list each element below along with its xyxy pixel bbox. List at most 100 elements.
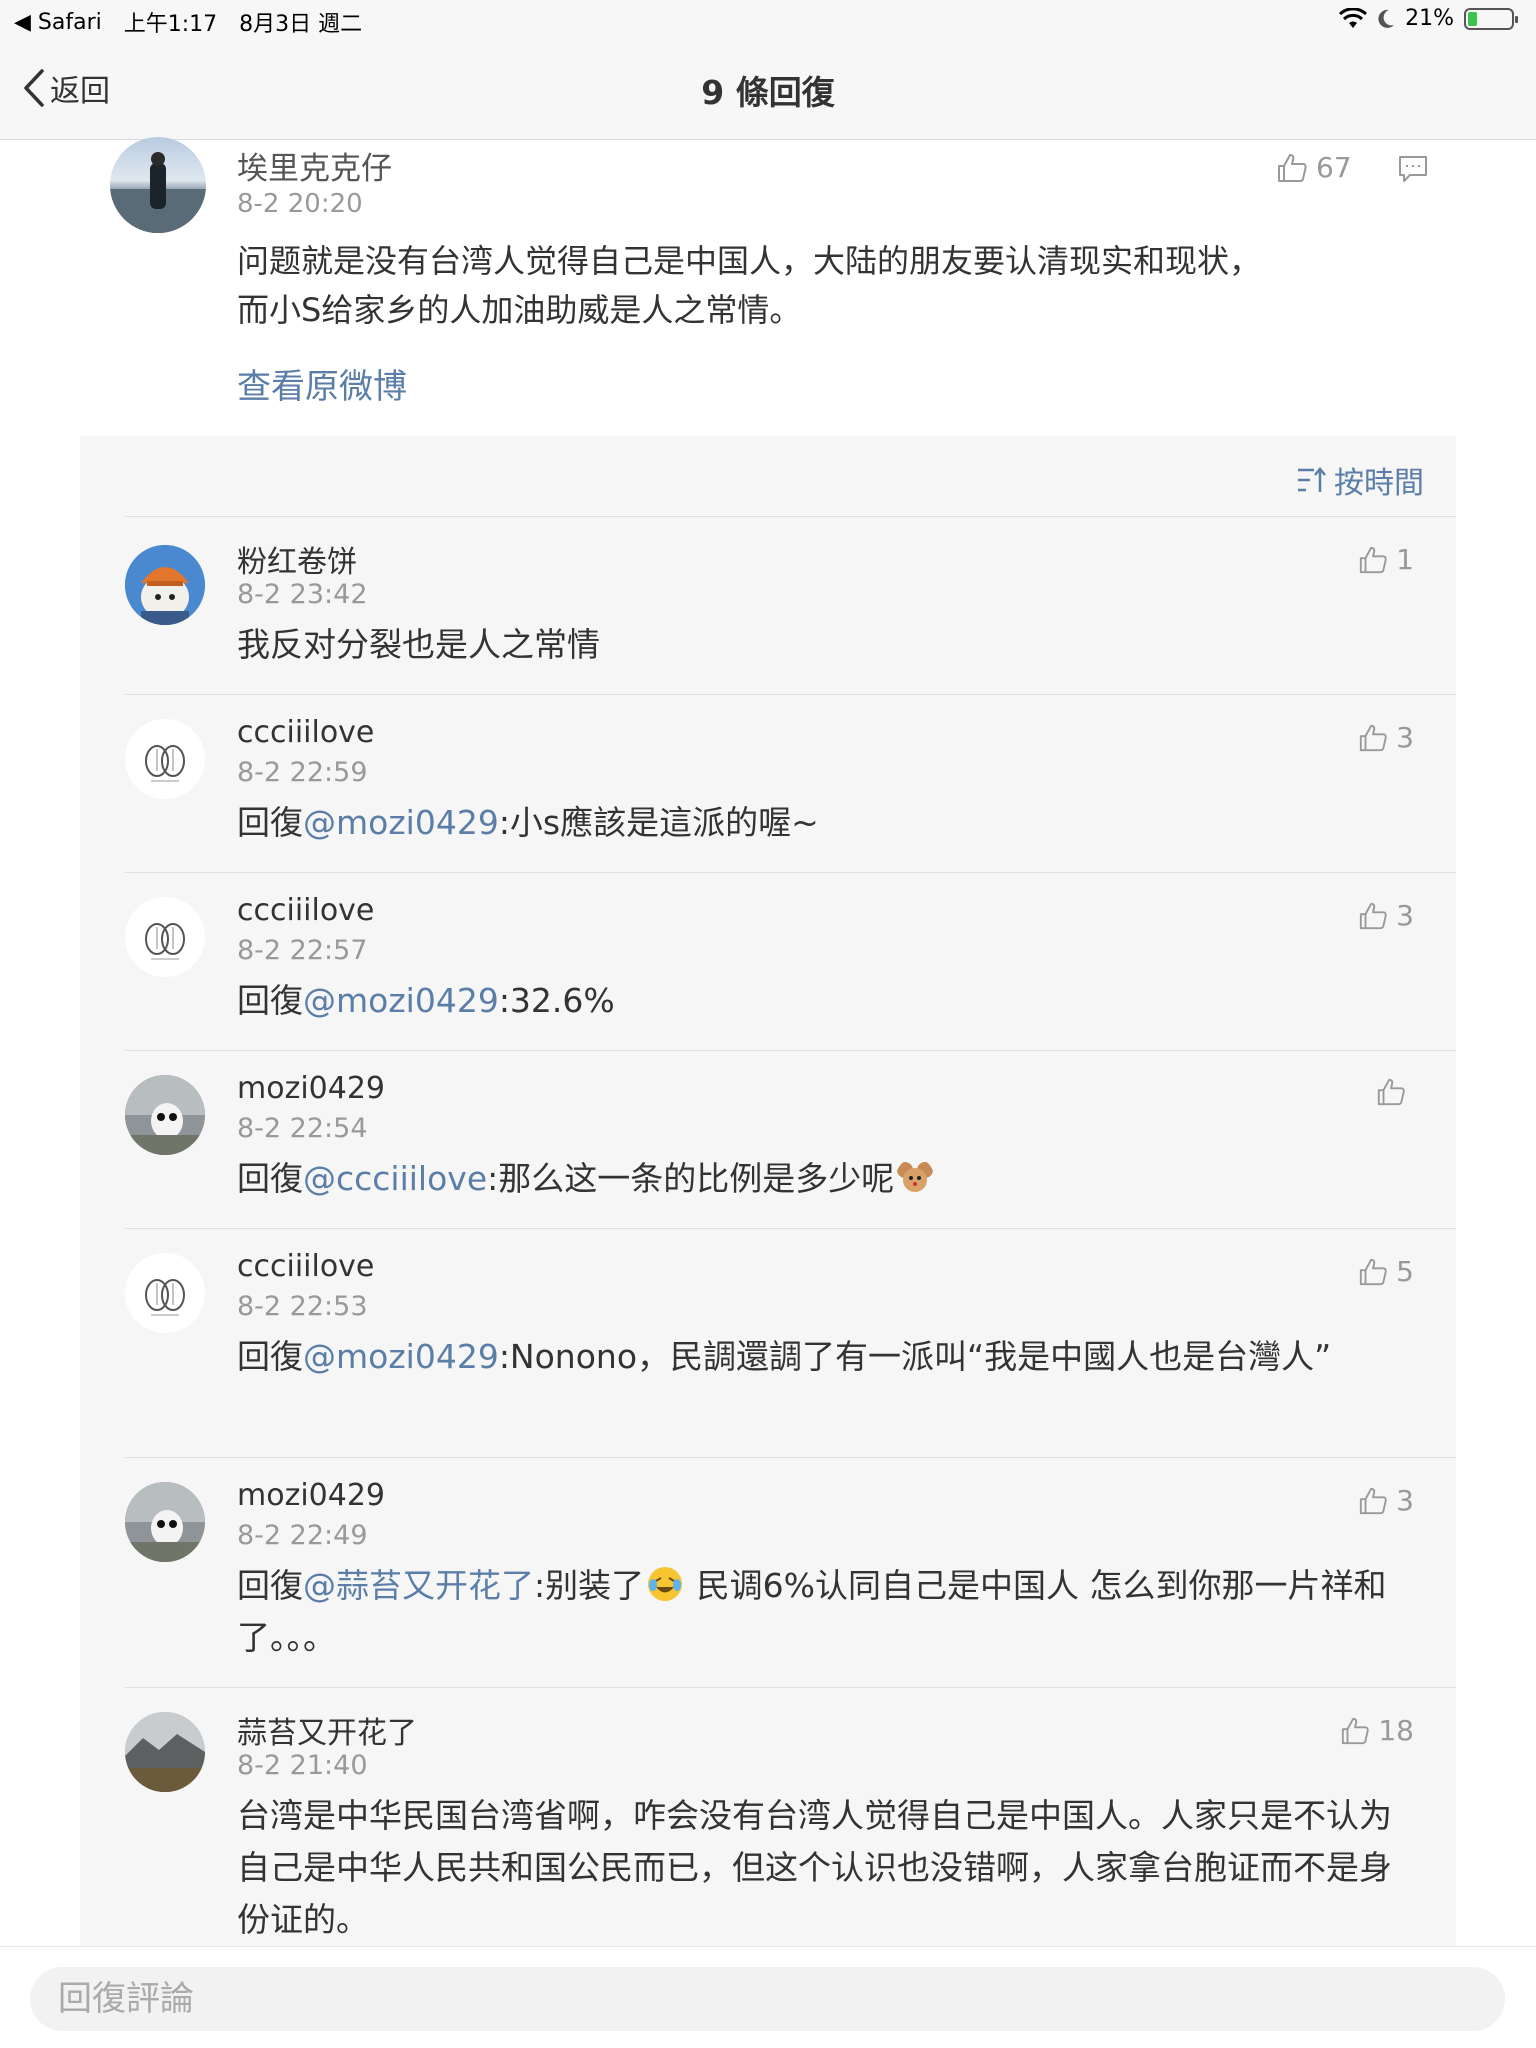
reply-author[interactable]: 粉红卷饼 [237,537,357,581]
reply-author[interactable]: ccciiilove [237,893,374,928]
reply-text-body: 台湾是中华民国台湾省啊，咋会没有台湾人觉得自己是中国人。人家只是不认为自己是中华… [237,1796,1392,1939]
battery-percent: 21% [1405,6,1454,31]
mention-link[interactable]: @ccciiilove [303,1159,487,1198]
status-bar: ◀ Safari 上午1:17 8月3日 週二 21% [0,0,1536,40]
reply-text: 回復@mozi0429:32.6% [237,975,1397,1027]
like-count: 1 [1396,543,1414,576]
sort-label: 按時間 [1334,466,1424,501]
comment-author[interactable]: 埃里克克仔 [237,143,392,188]
laughing-crying-emoji-icon [648,1567,683,1601]
battery-fill [1468,11,1477,26]
reply-prefix: 回復 [237,803,303,842]
reply-prefix: 回復 [237,1337,303,1376]
thumbs-up-icon [1360,724,1387,751]
back-to-app[interactable]: ◀ Safari [14,10,102,35]
reply-text: 台湾是中华民国台湾省啊，咋会没有台湾人觉得自己是中国人。人家只是不认为自己是中华… [237,1790,1397,1946]
reply-author[interactable]: 蒜苔又开花了 [237,1708,417,1752]
comment-text-line: 而小S给家乡的人加油助威是人之常情。 [237,291,802,329]
reply-text: 回復@蒜苔又开花了:别装了 民调6%认同自己是中国人 怎么到你那一片祥和了。。。 [237,1560,1397,1664]
like-button[interactable]: 1 [1358,543,1414,576]
reply-text-body: :Nonono，民調還調了有一派叫“我是中國人也是台灣人” [498,1337,1332,1376]
reply-comment-input[interactable] [30,1967,1505,2031]
mention-link[interactable]: @蒜苔又开花了 [303,1566,534,1605]
mention-link[interactable]: @mozi0429 [303,803,499,842]
reply-prefix: 回復 [237,1159,303,1198]
reply-prefix: 回復 [237,981,303,1020]
comment-text-line: 问题就是没有台湾人觉得自己是中国人，大陆的朋友要认清现实和现状， [237,242,1262,280]
like-button[interactable]: 3 [1358,899,1414,932]
thumbs-up-icon [1360,902,1387,929]
battery-icon [1464,7,1518,30]
reply-time: 8-2 23:42 [237,579,368,610]
avatar[interactable] [125,719,205,799]
like-button[interactable]: 3 [1358,721,1414,754]
reply-author[interactable]: mozi0429 [237,1478,385,1513]
reply-button[interactable] [1398,155,1428,187]
reply-text-body: 我反对分裂也是人之常情 [237,625,600,664]
like-count: 18 [1378,1714,1414,1747]
avatar[interactable] [125,1253,205,1333]
avatar[interactable] [125,1482,205,1562]
reply-text-body: :别装了 [534,1566,645,1605]
mention-link[interactable]: @mozi0429 [303,981,499,1020]
thumbs-up-icon [1377,1078,1405,1106]
reply-time: 8-2 22:53 [237,1291,368,1322]
like-count: 3 [1396,899,1414,932]
comment-icon [1399,156,1427,182]
reply-time: 8-2 22:59 [237,757,368,788]
reply-prefix: 回復 [237,1566,303,1605]
reply-item: mozi0429 8-2 22:54 回復@ccciiilove:那么这一条的比… [125,1050,1456,1226]
like-button[interactable]: 5 [1358,1255,1414,1288]
avatar[interactable] [125,1712,205,1792]
like-button[interactable]: 67 [1276,151,1352,184]
thumbs-up-icon [1360,1487,1387,1514]
mention-link[interactable]: @mozi0429 [303,1337,499,1376]
like-count: 67 [1316,151,1352,184]
comment-text: 问题就是没有台湾人觉得自己是中国人，大陆的朋友要认清现实和现状， 而小S给家乡的… [237,237,1337,335]
like-button[interactable] [1376,1077,1414,1107]
avatar[interactable] [125,897,205,977]
like-count: 3 [1396,721,1414,754]
cartoon-mouse-emoji-icon [897,1162,934,1192]
like-count: 3 [1396,1484,1414,1517]
like-button[interactable]: 18 [1340,1714,1414,1747]
page-title: 9 條回復 [701,73,835,112]
reply-item: ccciiilove 8-2 22:53 回復@mozi0429:Nonono，… [125,1228,1456,1456]
reply-author[interactable]: ccciiilove [237,1249,374,1284]
avatar[interactable] [125,1075,205,1155]
thumbs-up-icon [1342,1717,1370,1744]
reply-time: 8-2 21:40 [237,1750,368,1781]
navigation-bar: 返回 9 條回復 [0,40,1536,140]
reply-item: 粉红卷饼 8-2 23:42 我反对分裂也是人之常情 1 [125,516,1456,692]
status-date: 8月3日 週二 [239,12,363,37]
thumbs-up-icon [1360,1258,1387,1285]
reply-item: mozi0429 8-2 22:49 回復@蒜苔又开花了:别装了 民调6%认同自… [125,1457,1456,1685]
wifi-icon [1339,7,1368,28]
reply-time: 8-2 22:54 [237,1113,368,1144]
thumbs-up-icon [1360,546,1387,573]
reply-text: 回復@mozi0429:Nonono，民調還調了有一派叫“我是中國人也是台灣人” [237,1331,1397,1383]
reply-author[interactable]: mozi0429 [237,1071,385,1106]
reply-text-body: :小s應該是這派的喔~ [498,803,819,842]
avatar[interactable] [110,137,206,233]
thumbs-up-icon [1278,153,1307,182]
avatar[interactable] [125,545,205,625]
status-time: 上午1:17 [123,12,218,37]
reply-time: 8-2 22:57 [237,935,368,966]
view-original-link[interactable]: 查看原微博 [237,359,407,408]
sort-icon [1298,467,1326,492]
moon-icon [1378,9,1395,28]
reply-text: 回復@mozi0429:小s應該是這派的喔~ [237,797,1397,849]
comment-time: 8-2 20:20 [237,189,363,219]
reply-author[interactable]: ccciiilove [237,715,374,750]
reply-text: 回復@ccciiilove:那么这一条的比例是多少呢 [237,1153,1397,1205]
main-comment: 埃里克克仔 8-2 20:20 67 问题就是没有台湾人觉得自己是中国人，大陆的… [0,137,1536,436]
reply-input-bar [0,1946,1536,2048]
replies-panel: 按時間 粉红卷饼 8-2 23:42 我反对分裂也是人之常情 1 ccciiil… [80,436,1456,1946]
sort-by-time-button[interactable]: 按時間 [1296,458,1424,502]
reply-item: ccciiilove 8-2 22:57 回復@mozi0429:32.6% 3 [125,872,1456,1048]
like-button[interactable]: 3 [1358,1484,1414,1517]
reply-text-body: :32.6% [498,981,615,1020]
reply-time: 8-2 22:49 [237,1520,368,1551]
reply-text: 我反对分裂也是人之常情 [237,619,1397,671]
